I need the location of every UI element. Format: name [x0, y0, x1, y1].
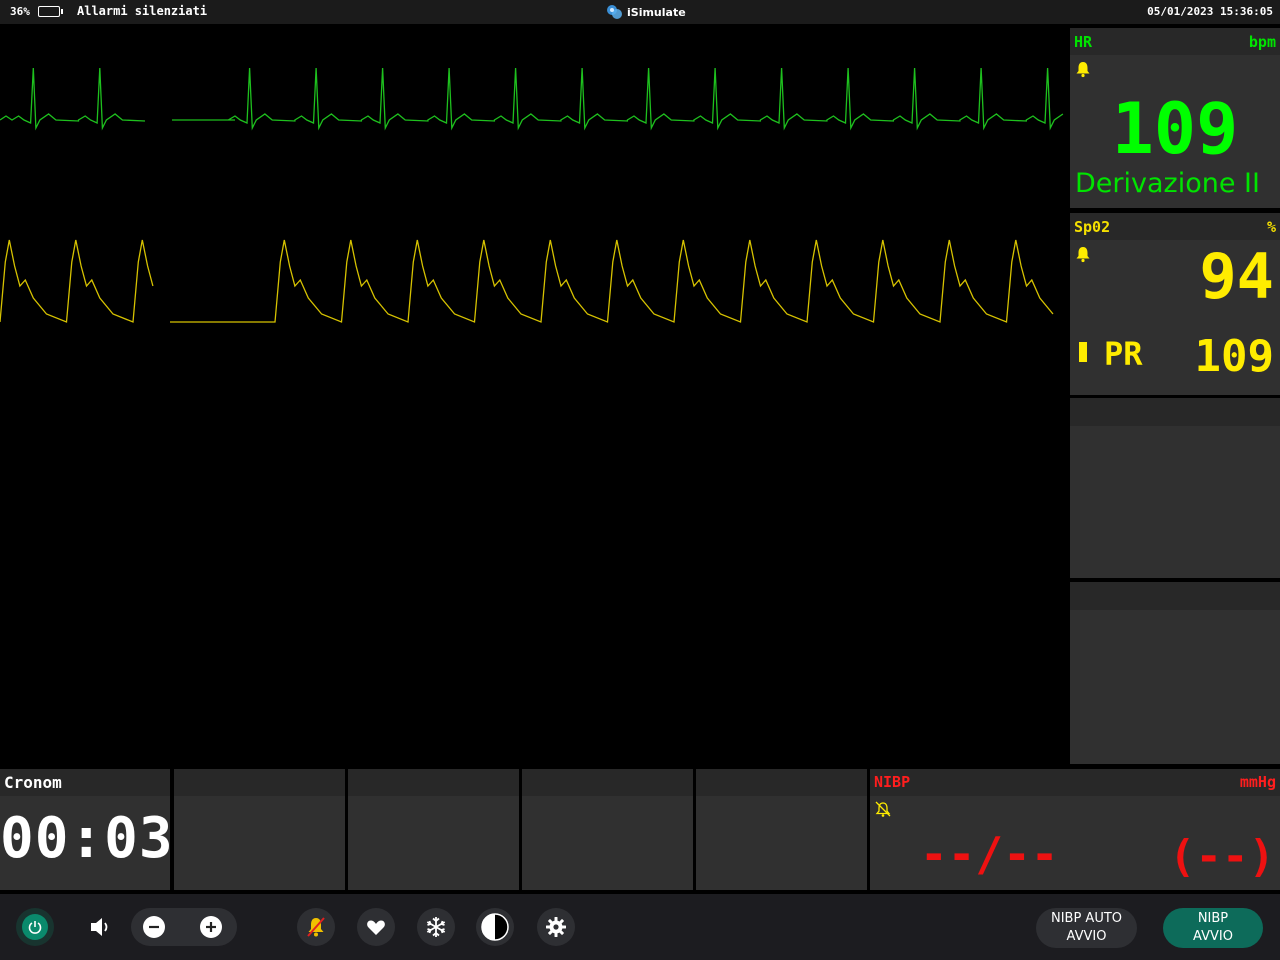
empty-parameter-panel[interactable] — [1070, 582, 1280, 764]
pr-label: PR — [1104, 335, 1143, 373]
alarm-silence-button[interactable] — [297, 908, 335, 946]
cronom-value: 00:03 — [0, 806, 174, 871]
tile-header — [174, 769, 345, 796]
minus-icon — [149, 925, 159, 929]
heart-button[interactable] — [357, 908, 395, 946]
tile-header — [522, 769, 693, 796]
tile-header — [348, 769, 519, 796]
hr-unit: bpm — [1248, 33, 1276, 51]
nibp-header — [870, 769, 1280, 796]
cronom-label: Cronom — [4, 773, 62, 792]
spo2-value: 94 — [1199, 240, 1274, 313]
power-icon — [22, 914, 48, 940]
nibp-value: --/-- — [920, 827, 1059, 881]
nibp-mean: (--) — [1169, 831, 1275, 882]
bell-icon — [1076, 247, 1090, 263]
pleth-waveform — [0, 239, 1054, 323]
empty-panel-header — [1070, 582, 1280, 610]
hr-label: HR — [1074, 33, 1093, 51]
freeze-button[interactable] — [417, 908, 455, 946]
pulse-bar — [1079, 342, 1087, 362]
status-bar: 36% Allarmi silenziati iSimulate 05/01/2… — [0, 0, 1280, 24]
cronom-tile[interactable]: Cronom 00:03 — [0, 769, 173, 890]
settings-button[interactable] — [537, 908, 575, 946]
nibp-start-label-line1: NIBP — [1197, 911, 1229, 926]
battery-percent: 36% — [10, 5, 30, 18]
volume-up-button[interactable] — [200, 916, 222, 938]
empty-tile[interactable] — [522, 769, 693, 890]
volume-down-button[interactable] — [143, 916, 165, 938]
nibp-auto-label-line2: AVVIO — [1066, 929, 1107, 944]
heart-icon — [367, 920, 385, 935]
nibp-start-button[interactable]: NIBP AVVIO — [1163, 908, 1263, 948]
alarm-off-icon — [875, 801, 891, 817]
empty-tile[interactable] — [348, 769, 519, 890]
snowflake-icon — [426, 917, 446, 937]
nibp-auto-start-button[interactable]: NIBP AUTO AVVIO — [1036, 908, 1137, 948]
nibp-start-label-line2: AVVIO — [1193, 929, 1233, 944]
bell-mute-icon — [307, 917, 325, 937]
empty-tile[interactable] — [174, 769, 345, 890]
plus-icon — [206, 922, 216, 932]
ecg-waveform — [0, 67, 1064, 131]
volume-control — [131, 908, 237, 946]
nibp-tile[interactable]: NIBP mmHg --/-- (--) — [870, 769, 1280, 890]
waveforms — [0, 67, 1064, 323]
alarm-status: Allarmi silenziati — [77, 4, 208, 18]
app-logo: iSimulate — [606, 3, 686, 21]
contrast-button[interactable] — [476, 908, 514, 946]
hr-panel[interactable]: HR bpm 109 Derivazione II — [1070, 28, 1280, 208]
empty-tile[interactable] — [696, 769, 867, 890]
nibp-unit: mmHg — [1239, 773, 1276, 791]
hr-value: 109 — [1111, 88, 1239, 170]
spo2-panel[interactable]: Sp02 % 94 PR 109 — [1070, 213, 1280, 395]
gear-icon — [546, 917, 566, 937]
battery-icon — [38, 6, 63, 17]
empty-panel-header — [1070, 398, 1280, 426]
speaker-icon[interactable] — [88, 914, 114, 940]
contrast-icon — [481, 913, 509, 941]
isimulate-logo-icon — [607, 5, 622, 19]
hr-lead: Derivazione II — [1075, 168, 1260, 199]
app-name: iSimulate — [627, 5, 686, 19]
spo2-label: Sp02 — [1074, 218, 1111, 236]
bell-icon — [1076, 62, 1090, 78]
nibp-label: NIBP — [874, 773, 911, 791]
waveform-area — [0, 24, 1068, 768]
empty-parameter-panel[interactable] — [1070, 398, 1280, 578]
tile-header — [696, 769, 867, 796]
datetime: 05/01/2023 15:36:05 — [1147, 5, 1273, 18]
spo2-unit: % — [1266, 218, 1276, 236]
pr-value: 109 — [1194, 331, 1274, 382]
power-button[interactable] — [16, 908, 54, 946]
nibp-auto-label-line1: NIBP AUTO — [1050, 911, 1123, 926]
toolbar: NIBP AUTO AVVIO NIBP AVVIO — [0, 894, 1280, 960]
